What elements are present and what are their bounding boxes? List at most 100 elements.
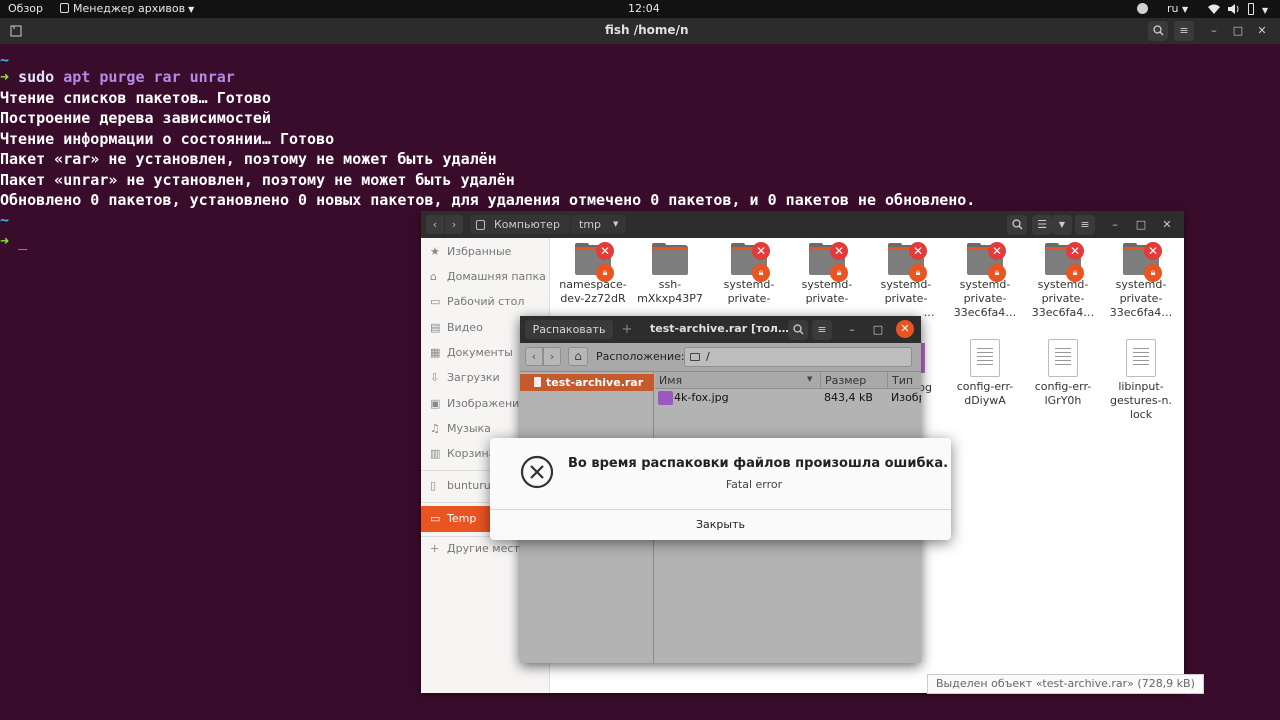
no-access-icon: ✕ <box>909 242 927 260</box>
terminal-command-sudo: sudo <box>18 68 55 86</box>
column-header-size[interactable]: Размер <box>821 372 888 389</box>
chevron-down-icon: ▼ <box>613 220 619 228</box>
hamburger-menu-icon[interactable]: ≡ <box>1174 21 1194 41</box>
app-menu[interactable]: Менеджер архивов ▼ <box>60 2 194 17</box>
sidebar-item-desktop[interactable]: ▭ Рабочий стол <box>421 290 550 314</box>
close-icon[interactable]: ✕ <box>896 320 914 338</box>
minimize-icon[interactable]: – <box>1204 21 1224 41</box>
image-file-icon <box>658 391 673 405</box>
sidebar-item-label: Другие места <box>447 542 527 555</box>
sidebar-item-home[interactable]: ⌂ Домашняя папка <box>421 265 550 289</box>
file-item[interactable]: ssh-mXkxp43P7 <box>632 243 708 306</box>
location-value: / <box>706 350 710 363</box>
path-computer-label: Компьютер <box>494 218 560 231</box>
file-item[interactable]: ✕ 🔒︎ systemd-private- <box>789 242 865 306</box>
file-item[interactable]: ✕ 🔒︎ systemd-private- <box>711 242 787 306</box>
sidebar-item-label: Документы <box>447 346 513 359</box>
hamburger-menu-icon[interactable]: ≡ <box>1075 215 1095 235</box>
file-item[interactable]: libinput-gestures-n. lock <box>1103 339 1179 422</box>
folder-icon: ✕ 🔒︎ <box>809 242 848 282</box>
path-tmp[interactable]: tmp ▼ <box>571 215 626 234</box>
terminal-title: fish /home/n <box>605 23 689 37</box>
maximize-icon[interactable]: □ <box>868 320 888 340</box>
activities-button[interactable]: Обзор <box>8 2 43 16</box>
maximize-icon[interactable]: □ <box>1228 21 1248 41</box>
minimize-icon[interactable]: – <box>842 320 862 340</box>
file-item[interactable]: ✕ 🔒︎ systemd-private-… <box>868 242 944 320</box>
forward-button[interactable]: › <box>543 347 561 366</box>
terminal-command-args: apt purge rar unrar <box>54 68 235 86</box>
close-icon[interactable]: ✕ <box>1157 215 1177 235</box>
folder-icon: ✕ 🔒︎ <box>888 242 927 282</box>
back-button[interactable]: ‹ <box>426 215 444 234</box>
table-row[interactable]: 4k-fox.jpg 843,4 kB Изобр <box>655 389 921 408</box>
file-item[interactable]: ✕ 🔒︎ systemd-private- 33ec6fa4… <box>1103 242 1179 320</box>
home-button[interactable]: ⌂ <box>568 347 588 366</box>
back-button[interactable]: ‹ <box>525 347 543 366</box>
file-item[interactable]: ✕ 🔒︎ systemd-private- 33ec6fa4… <box>947 242 1023 320</box>
view-options-chevron-icon[interactable]: ▼ <box>1052 215 1072 235</box>
pictures-icon: ▣ <box>430 397 441 410</box>
volume-icon[interactable] <box>1228 4 1240 17</box>
plus-icon: + <box>430 542 440 555</box>
window-title: test-archive.rar [тол… <box>650 322 789 335</box>
text-file-icon <box>970 339 1000 377</box>
video-icon: ▤ <box>430 321 441 334</box>
battery-icon[interactable] <box>1248 3 1254 15</box>
file-name: config-err-dDiywA <box>956 380 1014 407</box>
close-button[interactable]: Закрыть <box>490 510 951 540</box>
sidebar-item-label: Корзина <box>447 447 496 460</box>
text-file-icon <box>1048 339 1078 377</box>
top-bar: Обзор Менеджер архивов ▼ 12:04 ru ▼ ▼ <box>0 0 1280 18</box>
lock-icon: 🔒︎ <box>909 264 927 282</box>
file-item[interactable]: ✕ 🔒︎ systemd-private- 33ec6fa4… <box>1025 242 1101 320</box>
folder-icon: ▭ <box>430 512 441 525</box>
column-header-name[interactable]: Имя ▼ <box>655 372 821 389</box>
hamburger-menu-icon[interactable]: ≡ <box>812 320 832 340</box>
file-item[interactable]: config-err-dDiywA <box>947 339 1023 408</box>
file-item[interactable]: config-err-lGrY0h <box>1025 339 1101 408</box>
terminal-line: Построение дерева зависимостей <box>0 109 271 127</box>
terminal-prompt-line: ➜ _ <box>0 232 28 250</box>
search-icon[interactable] <box>1148 21 1168 41</box>
home-icon: ⌂ <box>430 270 437 283</box>
view-list-icon[interactable]: ☰ <box>1032 215 1052 235</box>
terminal-line: Чтение информации о состоянии… Готово <box>0 130 335 148</box>
chevron-right-icon: › <box>451 218 457 231</box>
wifi-icon[interactable] <box>1208 4 1220 17</box>
app-menu-icon <box>60 3 69 13</box>
search-icon[interactable] <box>1007 215 1027 235</box>
terminal-command-line: ➜ sudo apt purge rar unrar <box>0 68 235 86</box>
extract-button[interactable]: Распаковать <box>525 320 613 339</box>
search-icon[interactable] <box>788 320 808 340</box>
trash-icon: ▥ <box>430 447 441 460</box>
add-files-button[interactable]: + <box>618 320 636 339</box>
no-access-icon: ✕ <box>1066 242 1084 260</box>
minimize-icon[interactable]: – <box>1105 215 1125 235</box>
file-item[interactable]: ✕ 🔒︎ namespace-dev-2z72dR <box>555 242 631 306</box>
location-input[interactable]: / <box>684 347 912 367</box>
sidebar-item-label: Изображения <box>447 397 526 410</box>
new-tab-icon[interactable] <box>6 21 26 41</box>
tree-item-archive[interactable]: test-archive.rar <box>520 374 654 391</box>
system-menu-chevron-icon[interactable]: ▼ <box>1262 4 1268 18</box>
keyboard-layout[interactable]: ru ▼ <box>1167 2 1188 17</box>
column-header-type[interactable]: Тип <box>888 372 921 389</box>
clock[interactable]: 12:04 <box>628 2 660 16</box>
maximize-icon[interactable]: □ <box>1131 215 1151 235</box>
path-computer[interactable]: Компьютер <box>470 215 570 234</box>
sidebar-item-starred[interactable]: ★ Избранные <box>421 240 550 264</box>
dialog-message: Fatal error <box>725 478 783 491</box>
sidebar-item-label: bunturu <box>447 479 491 492</box>
terminal-line: Чтение списков пакетов… Готово <box>0 89 271 107</box>
sync-indicator-icon[interactable] <box>1137 3 1148 14</box>
no-access-icon: ✕ <box>752 242 770 260</box>
terminal-header: fish /home/n ≡ – □ ✕ <box>0 18 1280 44</box>
image-file-thumbnail-partial[interactable] <box>921 343 925 373</box>
close-icon[interactable]: ✕ <box>1252 21 1272 41</box>
dialog-title: Во время распаковки файлов произошла оши… <box>568 456 949 471</box>
error-dialog: Во время распаковки файлов произошла оши… <box>490 438 951 540</box>
file-name: 4k-fox.jpg <box>674 391 729 404</box>
forward-button[interactable]: › <box>445 215 463 234</box>
file-manager-header: ‹ › Компьютер tmp ▼ ☰ ▼ ≡ – □ ✕ <box>421 211 1184 238</box>
